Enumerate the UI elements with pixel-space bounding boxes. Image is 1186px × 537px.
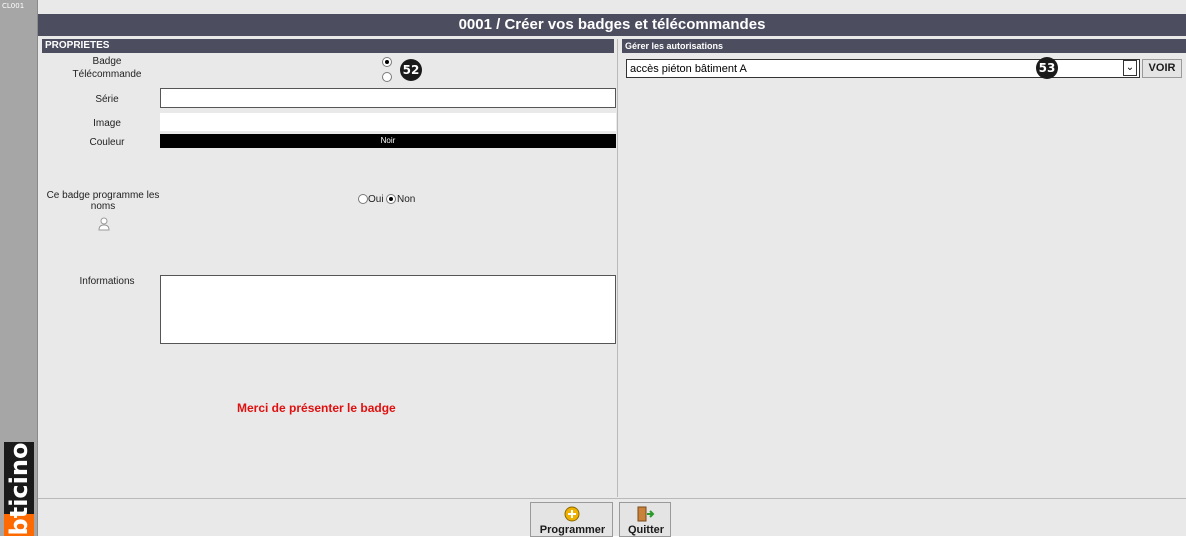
authorization-select-value: accès piéton bâtiment A bbox=[630, 63, 747, 75]
oui-label: Oui bbox=[368, 194, 384, 205]
programmer-label: Programmer bbox=[539, 524, 606, 536]
callout-53: 53 bbox=[1036, 57, 1058, 79]
app-window: CL001 bticino 0001 / Créer vos badges et… bbox=[0, 0, 1186, 537]
program-names-label: Ce badge programme les noms bbox=[46, 190, 160, 212]
page-title: 0001 / Créer vos badges et télécommandes bbox=[38, 14, 1186, 36]
program-names-oui-radio[interactable] bbox=[358, 194, 368, 204]
properties-panel: PROPRIETES Badge Télécommande 52 Série I… bbox=[42, 39, 618, 497]
chevron-down-icon[interactable]: ⌄ bbox=[1123, 60, 1137, 76]
serie-label: Série bbox=[95, 94, 119, 105]
exit-door-icon bbox=[637, 506, 655, 522]
status-message: Merci de présenter le badge bbox=[237, 401, 396, 415]
properties-header: PROPRIETES bbox=[42, 39, 614, 53]
quitter-label: Quitter bbox=[627, 524, 665, 536]
authorizations-header: Gérer les autorisations bbox=[622, 39, 1186, 53]
quitter-button[interactable]: Quitter bbox=[619, 502, 671, 537]
authorizations-panel: Gérer les autorisations accès piéton bât… bbox=[622, 39, 1186, 497]
footer-toolbar: Programmer Quitter bbox=[38, 498, 1186, 537]
informations-label: Informations bbox=[79, 276, 135, 287]
screen-code: CL001 bbox=[2, 2, 25, 10]
couleur-label: Couleur bbox=[89, 137, 125, 148]
bticino-logo: bticino bbox=[4, 442, 34, 536]
telecommande-radio[interactable] bbox=[382, 72, 392, 82]
authorization-select[interactable]: accès piéton bâtiment A bbox=[626, 59, 1140, 78]
callout-52: 52 bbox=[400, 59, 422, 81]
program-names-non-radio[interactable] bbox=[386, 194, 396, 204]
couleur-selector[interactable]: Noir bbox=[160, 134, 616, 148]
non-label: Non bbox=[397, 194, 416, 205]
serie-input[interactable] bbox=[160, 88, 616, 108]
image-field[interactable] bbox=[160, 113, 616, 131]
informations-textarea[interactable] bbox=[160, 275, 616, 344]
programmer-button[interactable]: Programmer bbox=[530, 502, 613, 537]
logo-text: bticino bbox=[5, 442, 33, 536]
plus-circle-icon bbox=[564, 506, 580, 522]
image-label: Image bbox=[93, 118, 121, 129]
voir-button[interactable]: VOIR bbox=[1142, 59, 1182, 78]
telecommande-label: Télécommande bbox=[72, 69, 142, 80]
person-icon bbox=[98, 217, 110, 231]
left-sidebar: CL001 bticino bbox=[0, 0, 38, 536]
main-content: PROPRIETES Badge Télécommande 52 Série I… bbox=[38, 36, 1186, 498]
badge-radio[interactable] bbox=[382, 57, 392, 67]
badge-label: Badge bbox=[92, 56, 122, 67]
